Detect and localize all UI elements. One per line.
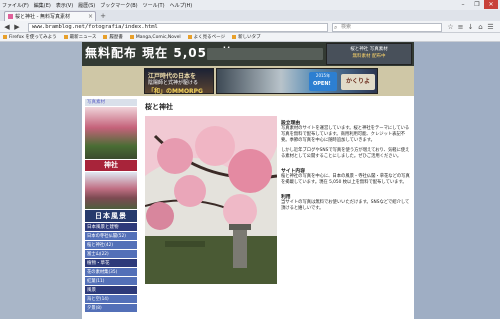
game-ad-banner[interactable]: 江戸時代の日本を 陰陽師と式神が駆ける 「和」のMMORPG <box>144 68 214 95</box>
hamburger-menu-icon[interactable]: ☰ <box>486 23 495 31</box>
sidebar: 写真素材 神社 日本風景 日本風景と建物 日本の寺社仏閣(52) 桜と神社(42… <box>82 96 140 319</box>
sidebar-section-title: 植物・草花 <box>85 259 137 267</box>
section-heading: 利用 <box>281 195 291 200</box>
ad-line2: 陰陽師と式神が駆ける <box>148 80 199 86</box>
sidebar-heading: 写真素材 <box>85 99 137 106</box>
paragraph: 桜と神社の写真を中心に、日本の風景・寺社仏閣・草花などの写真を掲載しています。現… <box>281 174 410 185</box>
page-margin-right <box>414 42 500 319</box>
menu-tools[interactable]: ツール(T) <box>143 2 165 9</box>
toolbar-icons: ☆ ≡ ↓ ⌂ ☰ <box>446 23 496 31</box>
ad-open-label: OPEN! <box>313 81 331 87</box>
section-heading: サイト内容 <box>281 169 305 174</box>
sidebar-banner-shrine[interactable]: 神社 <box>85 160 137 171</box>
ad-brand: かくりよ <box>341 74 375 90</box>
web-page: 無料配布 現在 5,050 枚 桜と神社 写真素材 無料素材 配布中 江戸時代の… <box>82 42 414 319</box>
bookmark-item[interactable]: Manga,Comic,Novel <box>129 35 181 40</box>
cherry-blossom-image <box>145 116 277 284</box>
download-icon[interactable]: ↓ <box>466 23 475 31</box>
menu-bar: ファイル(F) 編集(E) 表示(V) 履歴(S) ブックマーク(B) ツール(… <box>0 0 500 10</box>
bookmarks-bar: Firefox を使ってみよう 最新ニュース 履歴書 Manga,Comic,N… <box>0 33 500 42</box>
search-placeholder: 検索 <box>341 23 352 30</box>
url-bar[interactable]: www.bramblog.net/fotografia/index.html <box>28 22 328 32</box>
bookmark-icon <box>232 35 237 39</box>
ad-row: 江戸時代の日本を 陰陽師と式神が駆ける 「和」のMMORPG 2015年 OPE… <box>82 66 414 96</box>
menu-file[interactable]: ファイル(F) <box>2 2 29 9</box>
bookmark-item[interactable]: 履歴書 <box>103 34 123 40</box>
paragraph: 写真素材のサイトを運営しています。桜と神社をテーマにしている写真を無料で配布して… <box>281 126 410 143</box>
bookmark-item[interactable]: 新しいタブ <box>232 34 261 40</box>
sidebar-photo-cherry[interactable] <box>85 107 137 159</box>
search-input[interactable]: ⌕ 検索 <box>332 22 442 32</box>
home-icon[interactable]: ⌂ <box>476 23 485 31</box>
tab-bar: 桜と神社 - 無料写真素材 × + <box>0 10 500 21</box>
favicon-icon <box>8 14 13 19</box>
page-viewport[interactable]: 無料配布 現在 5,050 枚 桜と神社 写真素材 無料素材 配布中 江戸時代の… <box>0 42 500 319</box>
menu-view[interactable]: 表示(V) <box>56 2 73 9</box>
bookmark-item[interactable]: 最新ニュース <box>63 34 96 40</box>
ad-line3: 「和」のMMORPG <box>148 88 203 95</box>
bookmark-icon <box>103 35 108 39</box>
sidebar-item[interactable]: 海と空(14) <box>85 295 137 303</box>
bookmark-star-icon[interactable]: ☆ <box>446 23 455 31</box>
bookmark-icon <box>129 35 134 39</box>
section-heading: 設立理由 <box>281 121 301 126</box>
paragraph: 当サイトの写真は無料でお使いいただけます。SNSなどで紹介して頂けると嬉しいです… <box>281 200 410 211</box>
bookmark-icon <box>63 35 68 39</box>
bookmark-icon <box>3 35 7 39</box>
tab-label: 桜と神社 - 無料写真素材 <box>15 14 70 20</box>
sidebar-banner-japan[interactable]: 日本風景 <box>85 210 137 222</box>
close-window-button[interactable]: ✕ <box>484 0 498 9</box>
sidebar-item[interactable]: 桜と神社(42) <box>85 241 137 249</box>
header-decoration <box>207 48 323 60</box>
menu-help[interactable]: ヘルプ(H) <box>170 2 193 9</box>
header-banner-line2: 無料素材 配布中 <box>352 54 386 59</box>
cherry-blossom-photo[interactable] <box>145 116 277 284</box>
menu-bookmarks[interactable]: ブックマーク(B) <box>100 2 137 9</box>
sidebar-photo-castle[interactable] <box>85 172 137 209</box>
sidebar-section-title: 日本風景と建物 <box>85 223 137 231</box>
browser-window: ファイル(F) 編集(E) 表示(V) 履歴(S) ブックマーク(B) ツール(… <box>0 0 500 319</box>
new-tab-button[interactable]: + <box>99 12 107 20</box>
paragraph: しかし近年ブログやSNSで写真を使う方が増えており、気軽に使える素材として公開す… <box>281 148 410 159</box>
sidebar-item[interactable]: 紅葉(11) <box>85 277 137 285</box>
bookmarks-list-icon[interactable]: ≡ <box>456 23 465 31</box>
bookmark-icon <box>187 35 192 39</box>
site-header: 無料配布 現在 5,050 枚 桜と神社 写真素材 無料素材 配布中 <box>82 42 414 66</box>
sidebar-section-title: 風景 <box>85 286 137 294</box>
header-banner[interactable]: 桜と神社 写真素材 無料素材 配布中 <box>326 43 412 65</box>
sidebar-item[interactable]: 日本の寺社仏閣(52) <box>85 232 137 240</box>
sidebar-menu: 日本風景と建物 日本の寺社仏閣(52) 桜と神社(42) 富士山(22) 植物・… <box>85 223 137 313</box>
navigation-bar: ◀ ▶ www.bramblog.net/fotografia/index.ht… <box>0 21 500 33</box>
sidebar-item[interactable]: 夕景(8) <box>85 304 137 312</box>
window-controls: – ❐ ✕ <box>456 0 498 9</box>
search-icon: ⌕ <box>334 23 338 31</box>
promo-ad-banner[interactable]: 2015年 OPEN! かくりよ <box>216 68 378 94</box>
maximize-button[interactable]: ❐ <box>470 0 484 9</box>
sidebar-item[interactable]: 富士山(22) <box>85 250 137 258</box>
menu-edit[interactable]: 編集(E) <box>34 2 51 9</box>
back-icon[interactable]: ◀ <box>3 23 11 31</box>
minimize-button[interactable]: – <box>456 0 470 9</box>
forward-icon[interactable]: ▶ <box>13 23 21 31</box>
page-title: 桜と神社 <box>145 103 173 111</box>
article-text: 設立理由 写真素材のサイトを運営しています。桜と神社をテーマにしている写真を無料… <box>281 116 411 212</box>
menu-history[interactable]: 履歴(S) <box>78 2 95 9</box>
tab-close-icon[interactable]: × <box>88 13 93 20</box>
sidebar-item[interactable]: 花の素材集(35) <box>85 268 137 276</box>
header-banner-line1: 桜と神社 写真素材 <box>350 47 388 52</box>
bookmark-item[interactable]: よく見るページ <box>187 34 225 40</box>
bookmark-item[interactable]: Firefox を使ってみよう <box>3 34 57 40</box>
tab-active[interactable]: 桜と神社 - 無料写真素材 × <box>4 11 96 21</box>
